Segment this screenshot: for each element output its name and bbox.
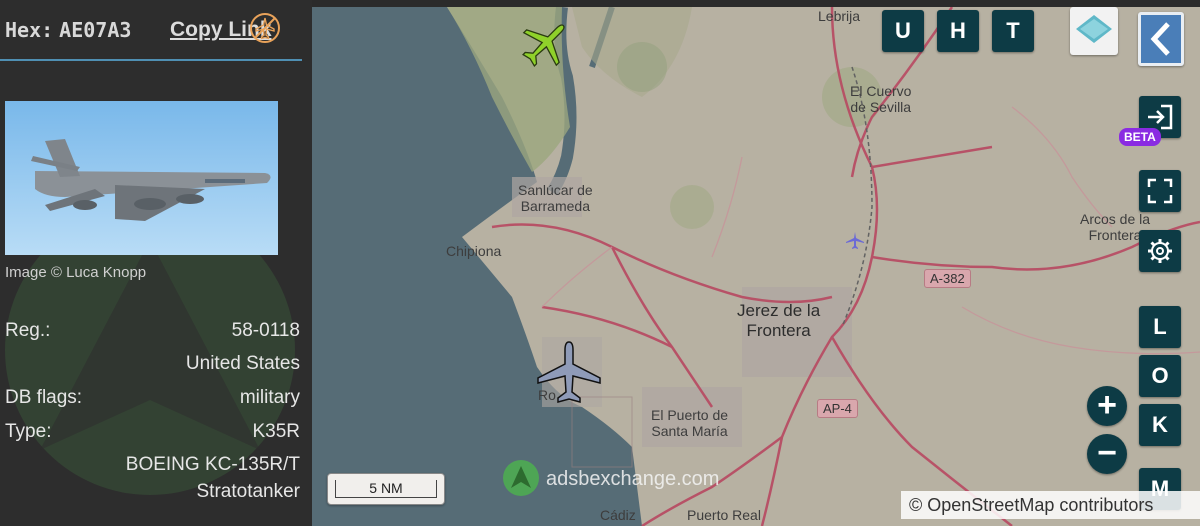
zoom-in-button[interactable]: + bbox=[1087, 386, 1127, 426]
place-cadiz: Cádiz bbox=[600, 507, 636, 523]
type-description-value: BOEING KC-135R/T bbox=[125, 454, 300, 475]
fullscreen-button[interactable] bbox=[1139, 170, 1181, 212]
tanker-aircraft-image bbox=[31, 139, 271, 221]
db-flags-value: military bbox=[239, 387, 300, 408]
reg-value: 58-0118 bbox=[231, 320, 300, 341]
toggle-u-button[interactable]: U bbox=[882, 10, 924, 52]
small-aircraft-marker[interactable] bbox=[845, 231, 865, 251]
adsbexchange-logo-icon bbox=[503, 460, 539, 496]
hex-row: Hex: AE07A3 bbox=[5, 18, 131, 42]
reg-label: Reg.: bbox=[5, 320, 51, 341]
place-chipiona: Chipiona bbox=[446, 243, 502, 259]
watermark-text: adsbexchange.com bbox=[546, 468, 720, 490]
scale-bar: 5 NM bbox=[327, 473, 445, 505]
place-jerez: Jerez de la Frontera bbox=[737, 301, 821, 340]
toggle-h-button[interactable]: H bbox=[937, 10, 979, 52]
adsbexchange-watermark: adsbexchange.com bbox=[502, 459, 719, 497]
layers-button[interactable] bbox=[1070, 7, 1118, 55]
toggle-l-button[interactable]: L bbox=[1139, 306, 1181, 348]
chevron-left-icon bbox=[1141, 15, 1181, 63]
photo-credit: Image © Luca Knopp bbox=[5, 264, 147, 281]
beta-badge: BETA bbox=[1119, 128, 1161, 146]
gear-icon bbox=[1148, 239, 1172, 263]
road-shield-a382: A-382 bbox=[924, 269, 971, 288]
place-puerto-real: Puerto Real bbox=[687, 507, 761, 523]
map-attribution[interactable]: © OpenStreetMap contributors bbox=[901, 491, 1200, 519]
no-flight-icon[interactable] bbox=[249, 12, 281, 44]
toggle-k-button[interactable]: K bbox=[1139, 404, 1181, 446]
collapse-sidebar-button[interactable] bbox=[1138, 12, 1184, 66]
scale-label: 5 NM bbox=[369, 480, 403, 496]
toggle-t-button[interactable]: T bbox=[992, 10, 1034, 52]
country-value: United States bbox=[185, 353, 300, 374]
map-view[interactable]: Lebrija El Cuervo de Sevilla Sanlúcar de… bbox=[312, 7, 1200, 526]
selected-aircraft-marker[interactable] bbox=[534, 340, 604, 406]
place-lebrija: Lebrija bbox=[818, 8, 861, 24]
aircraft-info-sidebar: Hex: AE07A3 Copy Link Image © Luca Knopp … bbox=[0, 0, 312, 526]
type-label: Type: bbox=[5, 421, 52, 442]
db-flags-label: DB flags: bbox=[5, 387, 83, 408]
fullscreen-icon bbox=[1147, 178, 1173, 204]
toggle-o-button[interactable]: O bbox=[1139, 355, 1181, 397]
hex-value: AE07A3 bbox=[59, 18, 132, 42]
place-el-puerto: El Puerto de Santa María bbox=[651, 407, 729, 439]
settings-button[interactable] bbox=[1139, 230, 1181, 272]
type-value: K35R bbox=[252, 421, 300, 442]
layers-icon bbox=[1076, 15, 1112, 43]
map-tiles[interactable] bbox=[312, 7, 1200, 526]
zoom-out-button[interactable]: − bbox=[1087, 434, 1127, 474]
hex-label: Hex: bbox=[5, 18, 54, 42]
place-sanlucar: Sanlúcar de Barrameda bbox=[518, 182, 593, 214]
sidebar-divider bbox=[0, 59, 302, 61]
road-shield-ap4: AP-4 bbox=[817, 399, 858, 418]
green-aircraft-marker[interactable] bbox=[516, 15, 574, 73]
aircraft-photo[interactable] bbox=[5, 101, 278, 255]
type-name-value: Stratotanker bbox=[196, 481, 301, 502]
place-el-cuervo: El Cuervo de Sevilla bbox=[850, 83, 912, 115]
